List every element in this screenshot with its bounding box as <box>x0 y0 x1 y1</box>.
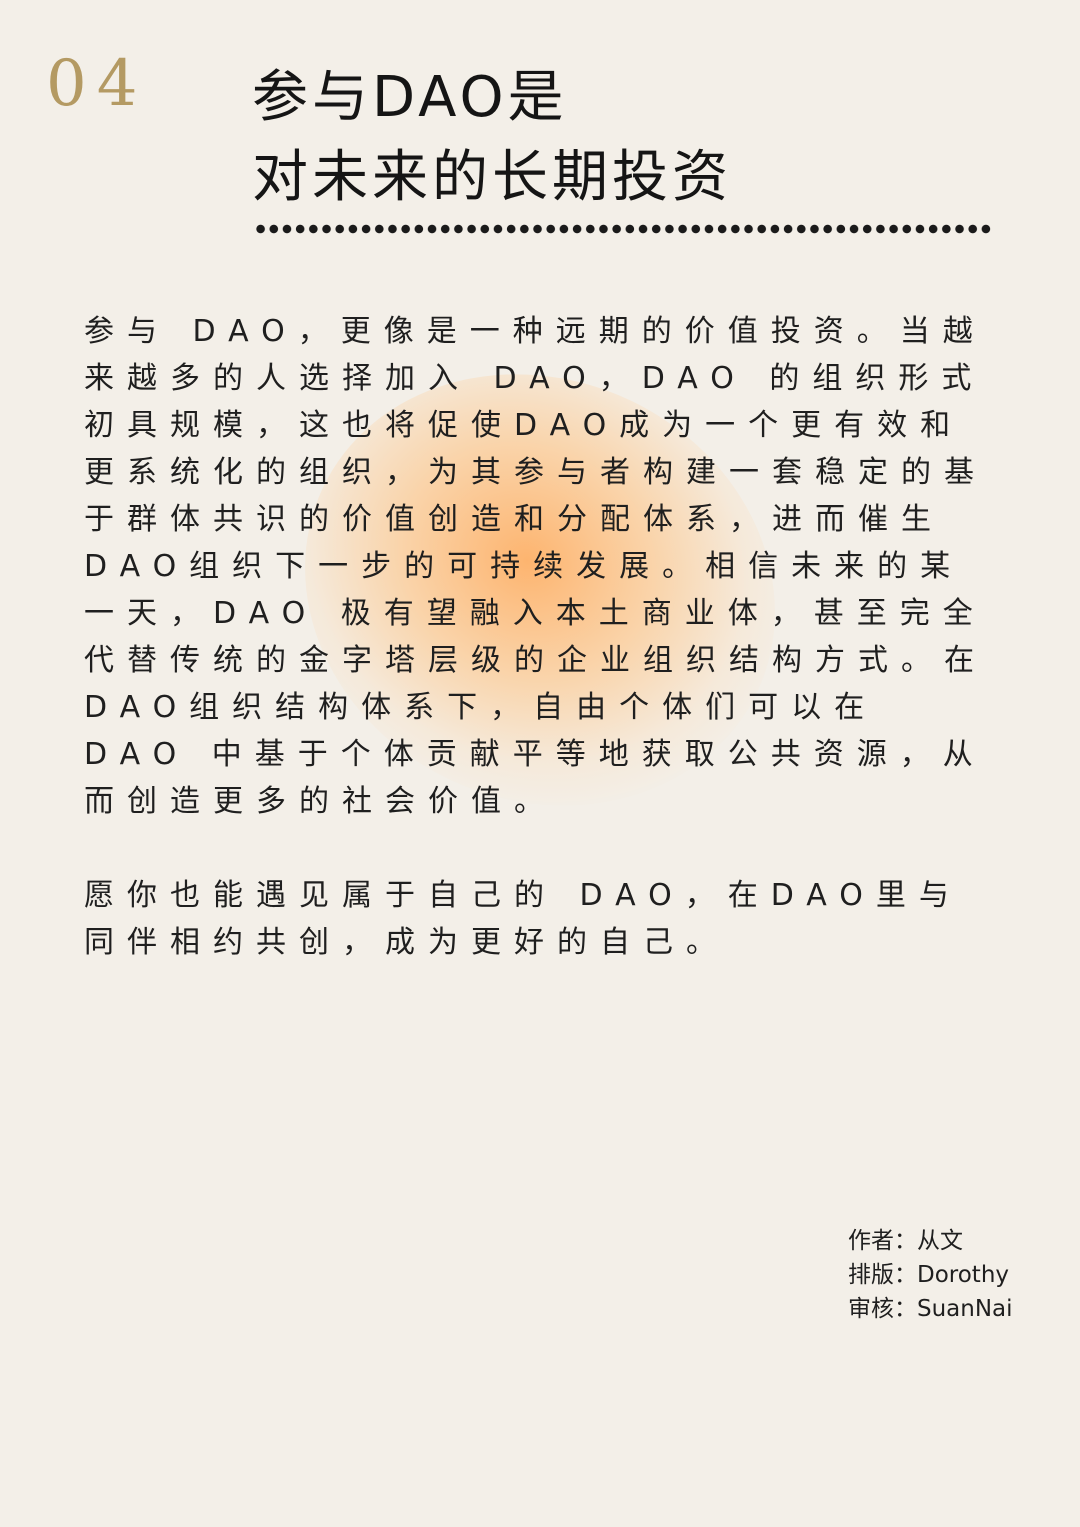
title-line-2: 对未来的长期投资 <box>252 145 732 210</box>
body-paragraph-2: 愿你也能遇见属于自己的 DAO，在DAO里与同伴相约共创，成为更好的自己。 <box>84 878 962 960</box>
section-number: 04 <box>46 47 148 121</box>
credit-author: 作者：从文 <box>848 1228 963 1254</box>
credits: 作者：从文 排版：Dorothy 审核：SuanNai <box>848 1224 1013 1326</box>
page-title: 参与DAO是 对未来的长期投资 <box>252 58 732 218</box>
body-paragraph-1: 参与 DAO，更像是一种远期的价值投资。当越来越多的人选择加入 DAO，DAO … <box>84 314 987 819</box>
credit-review: 审核：SuanNai <box>848 1296 1013 1322</box>
article-body: 参与 DAO，更像是一种远期的价值投资。当越来越多的人选择加入 DAO，DAO … <box>84 308 1004 966</box>
dotted-divider <box>254 222 994 236</box>
title-line-1: 参与DAO是 <box>252 65 568 130</box>
credit-layout: 排版：Dorothy <box>848 1262 1010 1288</box>
